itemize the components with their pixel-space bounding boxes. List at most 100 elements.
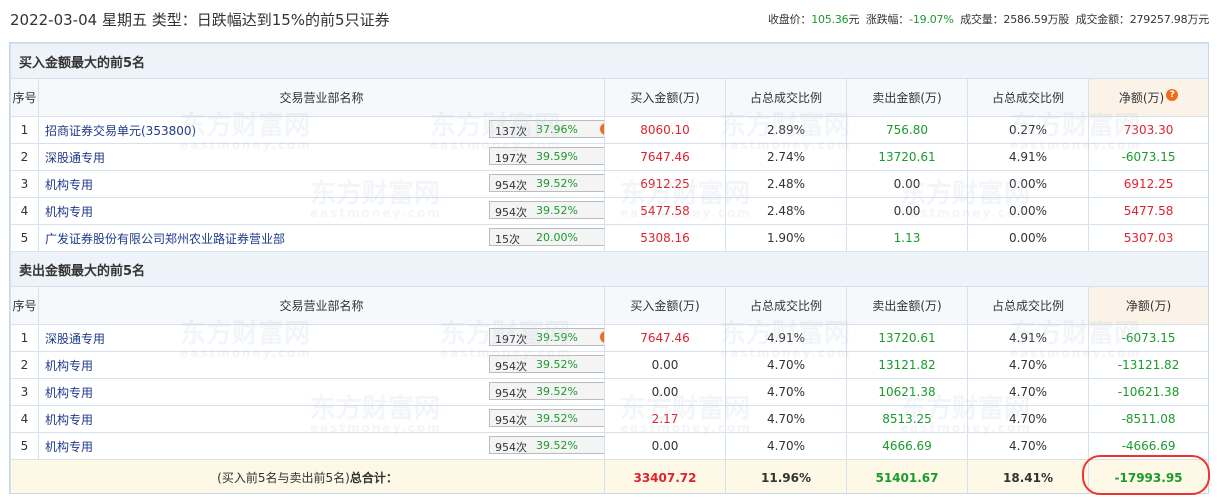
col-header-buy: 买入金额(万)	[604, 286, 726, 325]
net-amount: 5477.58	[1087, 197, 1208, 225]
row-index: 3	[10, 170, 39, 198]
broker-cell: 深股通专用 197次 39.59%?	[38, 324, 605, 352]
sell-amount: 756.80	[846, 116, 968, 144]
column-header-row: 序号 交易营业部名称 买入金额(万) 占总成交比例 卖出金额(万) 占总成交比例 净额(万)	[10, 286, 1208, 325]
broker-name-link[interactable]: 广发证券股份有限公司郑州农业路证券营业部	[45, 232, 285, 246]
broker-cell: 机构专用 954次 39.52%	[38, 197, 605, 225]
col-header-name: 交易营业部名称	[38, 286, 605, 325]
total-net: -17993.95	[1087, 459, 1208, 493]
broker-stats-chip[interactable]: 954次 39.52%	[489, 201, 604, 219]
broker-stats-chip[interactable]: 954次 39.52%	[489, 409, 604, 427]
broker-count: 954次	[495, 360, 527, 373]
row-index: 1	[10, 324, 39, 352]
broker-cell: 机构专用 954次 39.52%	[38, 405, 605, 433]
total-buy-ratio: 11.96%	[725, 459, 847, 493]
broker-cell: 机构专用 954次 39.52%	[38, 170, 605, 198]
broker-name-link[interactable]: 机构专用	[45, 413, 93, 427]
broker-win-rate: 39.52%	[536, 385, 578, 398]
broker-name-link[interactable]: 深股通专用	[45, 332, 105, 346]
broker-cell: 机构专用 954次 39.52%	[38, 378, 605, 406]
broker-count: 954次	[495, 179, 527, 192]
sell-ratio: 4.70%	[967, 405, 1089, 433]
buy-amount: 7647.46	[604, 143, 726, 171]
table-row: 2 机构专用 954次 39.52% 0.00 4.70% 13121.82 4.70% -13…	[10, 351, 1208, 379]
broker-cell: 招商证券交易单元(353800) 137次 37.96%?	[38, 116, 605, 144]
col-header-sell-ratio: 占总成交比例	[967, 286, 1089, 325]
help-question-icon[interactable]: ?	[1166, 89, 1179, 101]
sell_section-title: 卖出金额最大的前5名	[10, 251, 1208, 287]
net-amount: -10621.38	[1087, 378, 1208, 406]
col-header-sell: 卖出金额(万)	[846, 78, 968, 117]
broker-stats-chip[interactable]: 954次 39.52%	[489, 355, 604, 373]
broker-name-link[interactable]: 招商证券交易单元(353800)	[45, 124, 196, 138]
change-value: -19.07%	[909, 13, 954, 26]
buy-amount: 5477.58	[604, 197, 726, 225]
broker-count: 954次	[495, 441, 527, 454]
page-title: 2022-03-04 星期五 类型：日跌幅达到15%的前5只证券	[10, 11, 390, 29]
column-header-row: 序号 交易营业部名称 买入金额(万) 占总成交比例 卖出金额(万) 占总成交比例 净额(万)…	[10, 78, 1208, 117]
broker-stats-chip[interactable]: 15次 20.00%	[489, 228, 604, 246]
broker-name-link[interactable]: 机构专用	[45, 205, 93, 219]
sell-ratio: 0.00%	[967, 197, 1089, 225]
buy-ratio: 4.70%	[725, 405, 847, 433]
broker-win-rate: 39.59%	[536, 331, 578, 344]
broker-stats-chip[interactable]: 954次 39.52%	[489, 174, 604, 192]
buy-amount: 2.17	[604, 405, 726, 433]
col-header-sell: 卖出金额(万)	[846, 286, 968, 325]
close-price-value: 105.36	[811, 13, 849, 26]
row-index: 3	[10, 378, 39, 406]
broker-win-rate: 39.52%	[536, 439, 578, 452]
buy-amount: 0.00	[604, 378, 726, 406]
table-row: 1 招商证券交易单元(353800) 137次 37.96%?8060.102.89%…	[10, 116, 1208, 144]
buy-ratio: 2.74%	[725, 143, 847, 171]
change-label: 涨跌幅：	[865, 13, 910, 26]
buy_section-title: 买入金额最大的前5名	[10, 43, 1208, 79]
broker-count: 197次	[495, 152, 527, 165]
broker-stats-chip[interactable]: 137次 37.96%?	[489, 120, 604, 138]
table-row: 3 机构专用 954次 39.52% 0.00 4.70% 10621.38 4.70% -10…	[10, 378, 1208, 406]
sell-amount: 13720.61	[846, 143, 968, 171]
sell-amount: 0.00	[846, 170, 968, 198]
broker-stats-chip[interactable]: 197次 39.59%?	[489, 328, 604, 346]
broker-stats-chip[interactable]: 954次 39.52%	[489, 436, 604, 454]
col-header-net: 净额(万)	[1087, 286, 1208, 325]
broker-stats-chip[interactable]: 954次 39.52%	[489, 382, 604, 400]
broker-count: 954次	[495, 387, 527, 400]
close-price-unit: 元	[848, 13, 860, 26]
total-sell-ratio: 18.41%	[967, 459, 1089, 493]
table-row: 4 机构专用 954次 39.52% 2.17 4.70% 8513.25 4.70% -851…	[10, 405, 1208, 433]
col-header-buy-ratio: 占总成交比例	[725, 286, 847, 325]
broker-name-link[interactable]: 机构专用	[45, 440, 93, 454]
buy-amount: 5308.16	[604, 224, 726, 252]
top-bar: 2022-03-04 星期五 类型：日跌幅达到15%的前5只证券 收盘价：105…	[0, 0, 1217, 38]
broker-win-rate: 39.59%	[536, 150, 578, 163]
total-label-bold: 总合计：	[349, 471, 398, 485]
buy-ratio: 1.90%	[725, 224, 847, 252]
broker-name-link[interactable]: 深股通专用	[45, 151, 105, 165]
broker-cell: 深股通专用 197次 39.59%	[38, 143, 605, 171]
col-header-idx: 序号	[10, 286, 39, 325]
broker-win-rate: 39.52%	[536, 358, 578, 371]
row-index: 5	[10, 224, 39, 252]
broker-win-rate: 39.52%	[536, 204, 578, 217]
total-row: (买入前5名与卖出前5名)总合计： 33407.72 11.96% 51401.67 1…	[10, 459, 1208, 493]
broker-count: 15次	[495, 233, 520, 246]
volume-label: 成交量：	[960, 13, 1004, 26]
broker-cell: 机构专用 954次 39.52%	[38, 351, 605, 379]
total-sell: 51401.67	[846, 459, 968, 493]
broker-name-link[interactable]: 机构专用	[45, 386, 93, 400]
row-index: 4	[10, 197, 39, 225]
close-price-label: 收盘价：	[767, 13, 812, 26]
broker-name-link[interactable]: 机构专用	[45, 178, 93, 192]
table-row: 3 机构专用 954次 39.52% 6912.25 2.48% 0.00 0.00% 6912…	[10, 170, 1208, 198]
sell-ratio: 0.00%	[967, 170, 1089, 198]
buy-ratio: 4.70%	[725, 378, 847, 406]
sell-amount: 13121.82	[846, 351, 968, 379]
net-amount: -4666.69	[1087, 432, 1208, 460]
col-header-idx: 序号	[10, 78, 39, 117]
broker-name-link[interactable]: 机构专用	[45, 359, 93, 373]
sell_section-title-row: 卖出金额最大的前5名	[10, 251, 1208, 287]
total-buy: 33407.72	[604, 459, 726, 493]
buy-ratio: 2.48%	[725, 170, 847, 198]
broker-stats-chip[interactable]: 197次 39.59%	[489, 147, 604, 165]
